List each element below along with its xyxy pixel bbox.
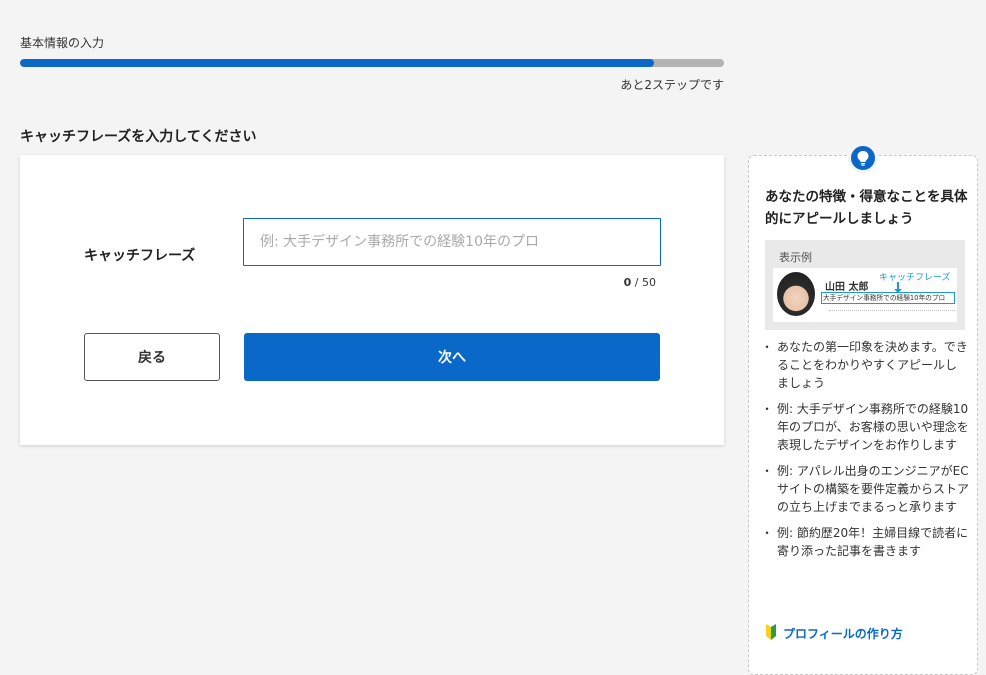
example-catchphrase: 大手デザイン事務所での経験10年のプロ xyxy=(821,292,955,304)
character-counter: 0 / 50 xyxy=(624,276,656,289)
display-example-title: 表示例 xyxy=(779,251,812,264)
tips-panel: あなたの特徴・得意なことを具体的にアピールしましょう 表示例 山田 太郎 キャッ… xyxy=(748,143,978,675)
tips-list-item: 例: アパレル出身のエンジニアがECサイトの構築を要件定義からストアの立ち上げま… xyxy=(761,462,969,516)
example-avatar xyxy=(777,272,815,316)
progress-label: 基本情報の入力 xyxy=(20,36,105,50)
tips-heading: あなたの特徴・得意なことを具体的にアピールしましょう xyxy=(765,189,968,227)
catchphrase-label: キャッチフレーズ xyxy=(84,248,196,264)
next-button[interactable]: 次へ xyxy=(244,333,660,381)
tips-list-item: 例: 大手デザイン事務所での経験10年のプロが、お客様の思いや理念を表現したデザ… xyxy=(761,400,969,454)
progress-bar xyxy=(20,59,724,67)
character-count-max: / 50 xyxy=(634,276,656,289)
tips-list-item: あなたの第一印象を決めます。できることをわかりやすくアピールしましょう xyxy=(761,338,969,392)
display-example: 表示例 山田 太郎 キャッチフレーズ 大手デザイン事務所での経験10年のプロ xyxy=(765,240,965,330)
beginner-mark-icon xyxy=(765,624,777,643)
arrow-down-icon xyxy=(894,282,902,293)
back-button[interactable]: 戻る xyxy=(84,333,220,381)
tips-list-item: 例: 節約歴20年！主婦目線で読者に寄り添った記事を書きます xyxy=(761,524,969,560)
example-meta-line xyxy=(829,310,955,314)
profile-guide-link[interactable]: プロフィールの作り方 xyxy=(765,624,903,643)
profile-guide-link-label: プロフィールの作り方 xyxy=(783,627,903,641)
section-title: キャッチフレーズを入力してください xyxy=(20,129,257,145)
progress-bar-fill xyxy=(20,59,654,67)
character-count-current: 0 xyxy=(623,276,632,289)
tips-list: あなたの第一印象を決めます。できることをわかりやすくアピールしましょう 例: 大… xyxy=(761,338,969,568)
catchphrase-input[interactable] xyxy=(243,218,661,266)
catchphrase-form-card: キャッチフレーズ 0 / 50 戻る 次へ xyxy=(20,155,724,445)
progress-remaining-text: あと2ステップです xyxy=(620,78,724,92)
display-example-preview: 山田 太郎 キャッチフレーズ 大手デザイン事務所での経験10年のプロ xyxy=(773,268,957,322)
example-catchphrase-label: キャッチフレーズ xyxy=(879,273,951,283)
lightbulb-icon xyxy=(848,143,878,173)
example-name: 山田 太郎 xyxy=(825,282,869,293)
